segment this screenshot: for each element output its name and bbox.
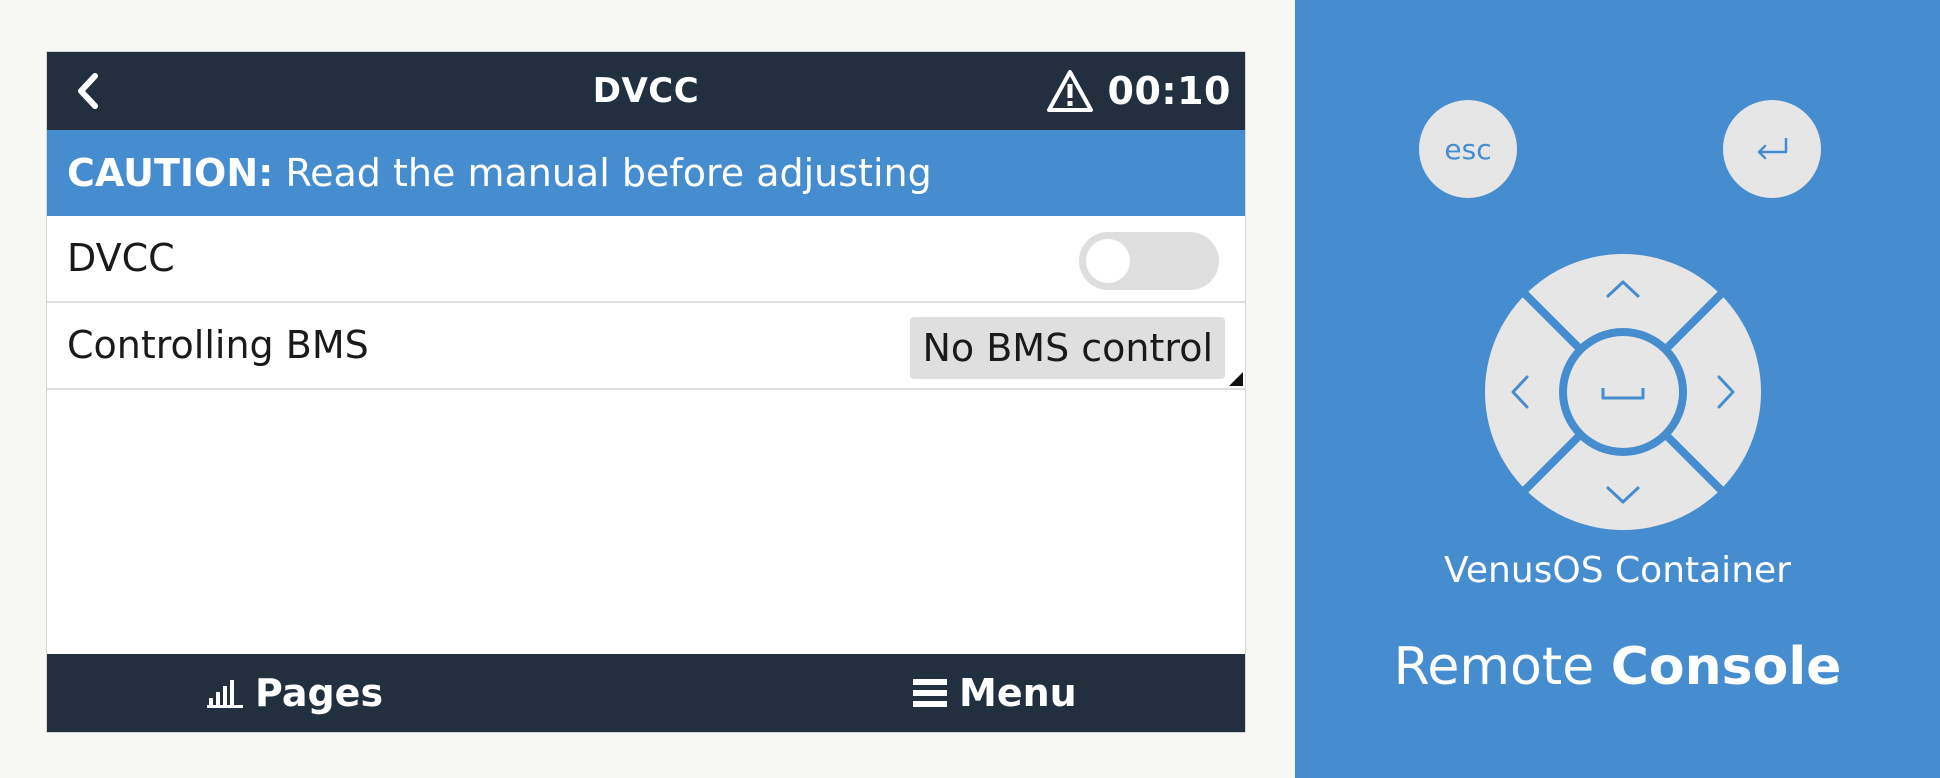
- controlling-bms-value[interactable]: No BMS control: [910, 317, 1225, 379]
- clock: 00:10: [1107, 69, 1231, 113]
- dvcc-toggle[interactable]: [1079, 232, 1219, 290]
- hamburger-icon: [913, 679, 947, 707]
- setting-row-controlling-bms[interactable]: Controlling BMS No BMS control: [47, 303, 1245, 390]
- pages-label: Pages: [255, 671, 384, 715]
- device-name: VenusOS Container: [1444, 550, 1791, 591]
- remote-console-panel: esc VenusOS Container Remote Console: [1295, 0, 1940, 778]
- remote-console-brand: Remote Console: [1295, 637, 1940, 697]
- direction-pad: [1483, 252, 1763, 532]
- header-status: 00:10: [1046, 52, 1231, 130]
- pages-button[interactable]: Pages: [207, 654, 383, 732]
- footer-bar: Pages Menu: [47, 654, 1245, 732]
- caution-text: Read the manual before adjusting: [273, 151, 932, 195]
- warning-triangle-icon[interactable]: [1046, 68, 1094, 114]
- menu-label: Menu: [959, 671, 1077, 715]
- enter-button[interactable]: [1723, 100, 1821, 198]
- esc-label: esc: [1444, 132, 1492, 166]
- space-button[interactable]: [1567, 336, 1679, 448]
- brand-bold: Console: [1610, 637, 1842, 697]
- edit-corner-indicator: [1229, 372, 1243, 386]
- menu-button[interactable]: Menu: [913, 654, 1077, 732]
- bar-chart-icon: [207, 680, 243, 708]
- enter-return-icon: [1757, 138, 1788, 160]
- header-bar: DVCC 00:10: [47, 52, 1245, 130]
- caution-label: CAUTION:: [67, 151, 274, 195]
- brand-light: Remote: [1393, 637, 1611, 697]
- caution-banner: CAUTION: Read the manual before adjustin…: [47, 130, 1245, 216]
- toggle-knob: [1086, 239, 1130, 283]
- esc-button[interactable]: esc: [1419, 100, 1517, 198]
- setting-row-dvcc[interactable]: DVCC: [47, 216, 1245, 303]
- controlling-bms-label: Controlling BMS: [67, 323, 369, 367]
- dvcc-label: DVCC: [67, 236, 175, 280]
- device-screen: DVCC 00:10 CAUTION: Read the manual befo…: [47, 52, 1245, 732]
